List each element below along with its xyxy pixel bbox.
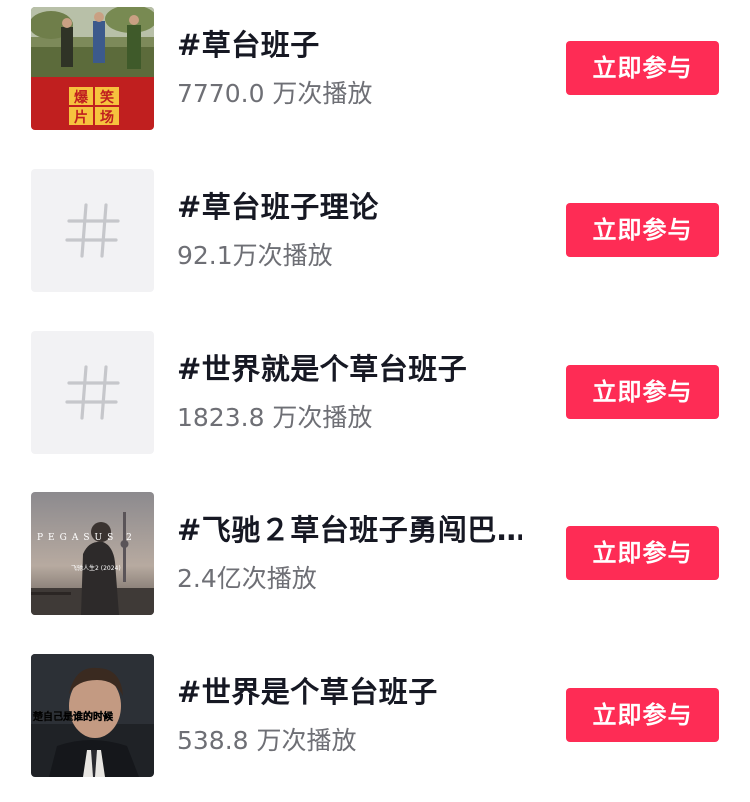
- join-button[interactable]: 立即参与: [566, 365, 719, 419]
- join-button[interactable]: 立即参与: [566, 526, 719, 580]
- topic-title[interactable]: #世界是个草台班子: [177, 674, 522, 710]
- play-count: 2.4亿次播放: [177, 564, 317, 593]
- svg-text:片: 片: [74, 109, 88, 126]
- svg-text:爆: 爆: [74, 89, 89, 106]
- film-subtitle-text: 飞驰人生2 (2024): [71, 564, 121, 572]
- svg-text:场: 场: [100, 110, 114, 126]
- join-button[interactable]: 立即参与: [566, 41, 719, 95]
- topic-title[interactable]: #世界就是个草台班子: [177, 351, 522, 387]
- topic-title[interactable]: #草台班子理论: [177, 189, 522, 225]
- topic-title[interactable]: #草台班子: [177, 27, 522, 63]
- play-count: 7770.0 万次播放: [177, 79, 373, 108]
- topic-title[interactable]: #飞驰２草台班子勇闯巴…: [177, 512, 522, 548]
- film-title-text: PEGASUS 2: [37, 533, 137, 543]
- play-count: 92.1万次播放: [177, 241, 333, 270]
- topic-row[interactable]: PEGASUS 2 飞驰人生2 (2024) #飞驰２草台班子勇闯巴… 2.4亿…: [0, 492, 750, 616]
- topic-row[interactable]: #世界就是个草台班子 1823.8 万次播放 立即参与: [0, 331, 750, 455]
- topic-row[interactable]: 楚自己是谁的时候 #世界是个草台班子 538.8 万次播放 立即参与: [0, 654, 750, 778]
- subtitle-overlay-text: 楚自己是谁的时候: [32, 710, 114, 723]
- topic-thumbnail[interactable]: 爆 笑 片 场: [31, 7, 154, 130]
- topic-row[interactable]: 爆 笑 片 场 #草台班子 7770.0 万次播放 立即参与: [0, 7, 750, 131]
- film-still-image: PEGASUS 2 飞驰人生2 (2024): [31, 492, 154, 615]
- play-count: 1823.8 万次播放: [177, 403, 373, 432]
- comedy-scene-image: 爆 笑 片 场: [31, 7, 154, 130]
- svg-text:笑: 笑: [100, 89, 114, 106]
- topic-thumbnail[interactable]: 楚自己是谁的时候: [31, 654, 154, 777]
- topic-row[interactable]: #草台班子理论 92.1万次播放 立即参与: [0, 169, 750, 293]
- hashtag-icon: [65, 203, 120, 258]
- topic-thumbnail[interactable]: [31, 331, 154, 454]
- join-button[interactable]: 立即参与: [566, 688, 719, 742]
- play-count: 538.8 万次播放: [177, 726, 357, 755]
- join-button[interactable]: 立即参与: [566, 203, 719, 257]
- topic-thumbnail[interactable]: [31, 169, 154, 292]
- topic-thumbnail[interactable]: PEGASUS 2 飞驰人生2 (2024): [31, 492, 154, 615]
- hashtag-icon: [65, 365, 120, 420]
- topic-list: 爆 笑 片 场 #草台班子 7770.0 万次播放 立即参与 #草台班子理论 9…: [0, 0, 750, 802]
- portrait-image: 楚自己是谁的时候: [31, 654, 154, 777]
